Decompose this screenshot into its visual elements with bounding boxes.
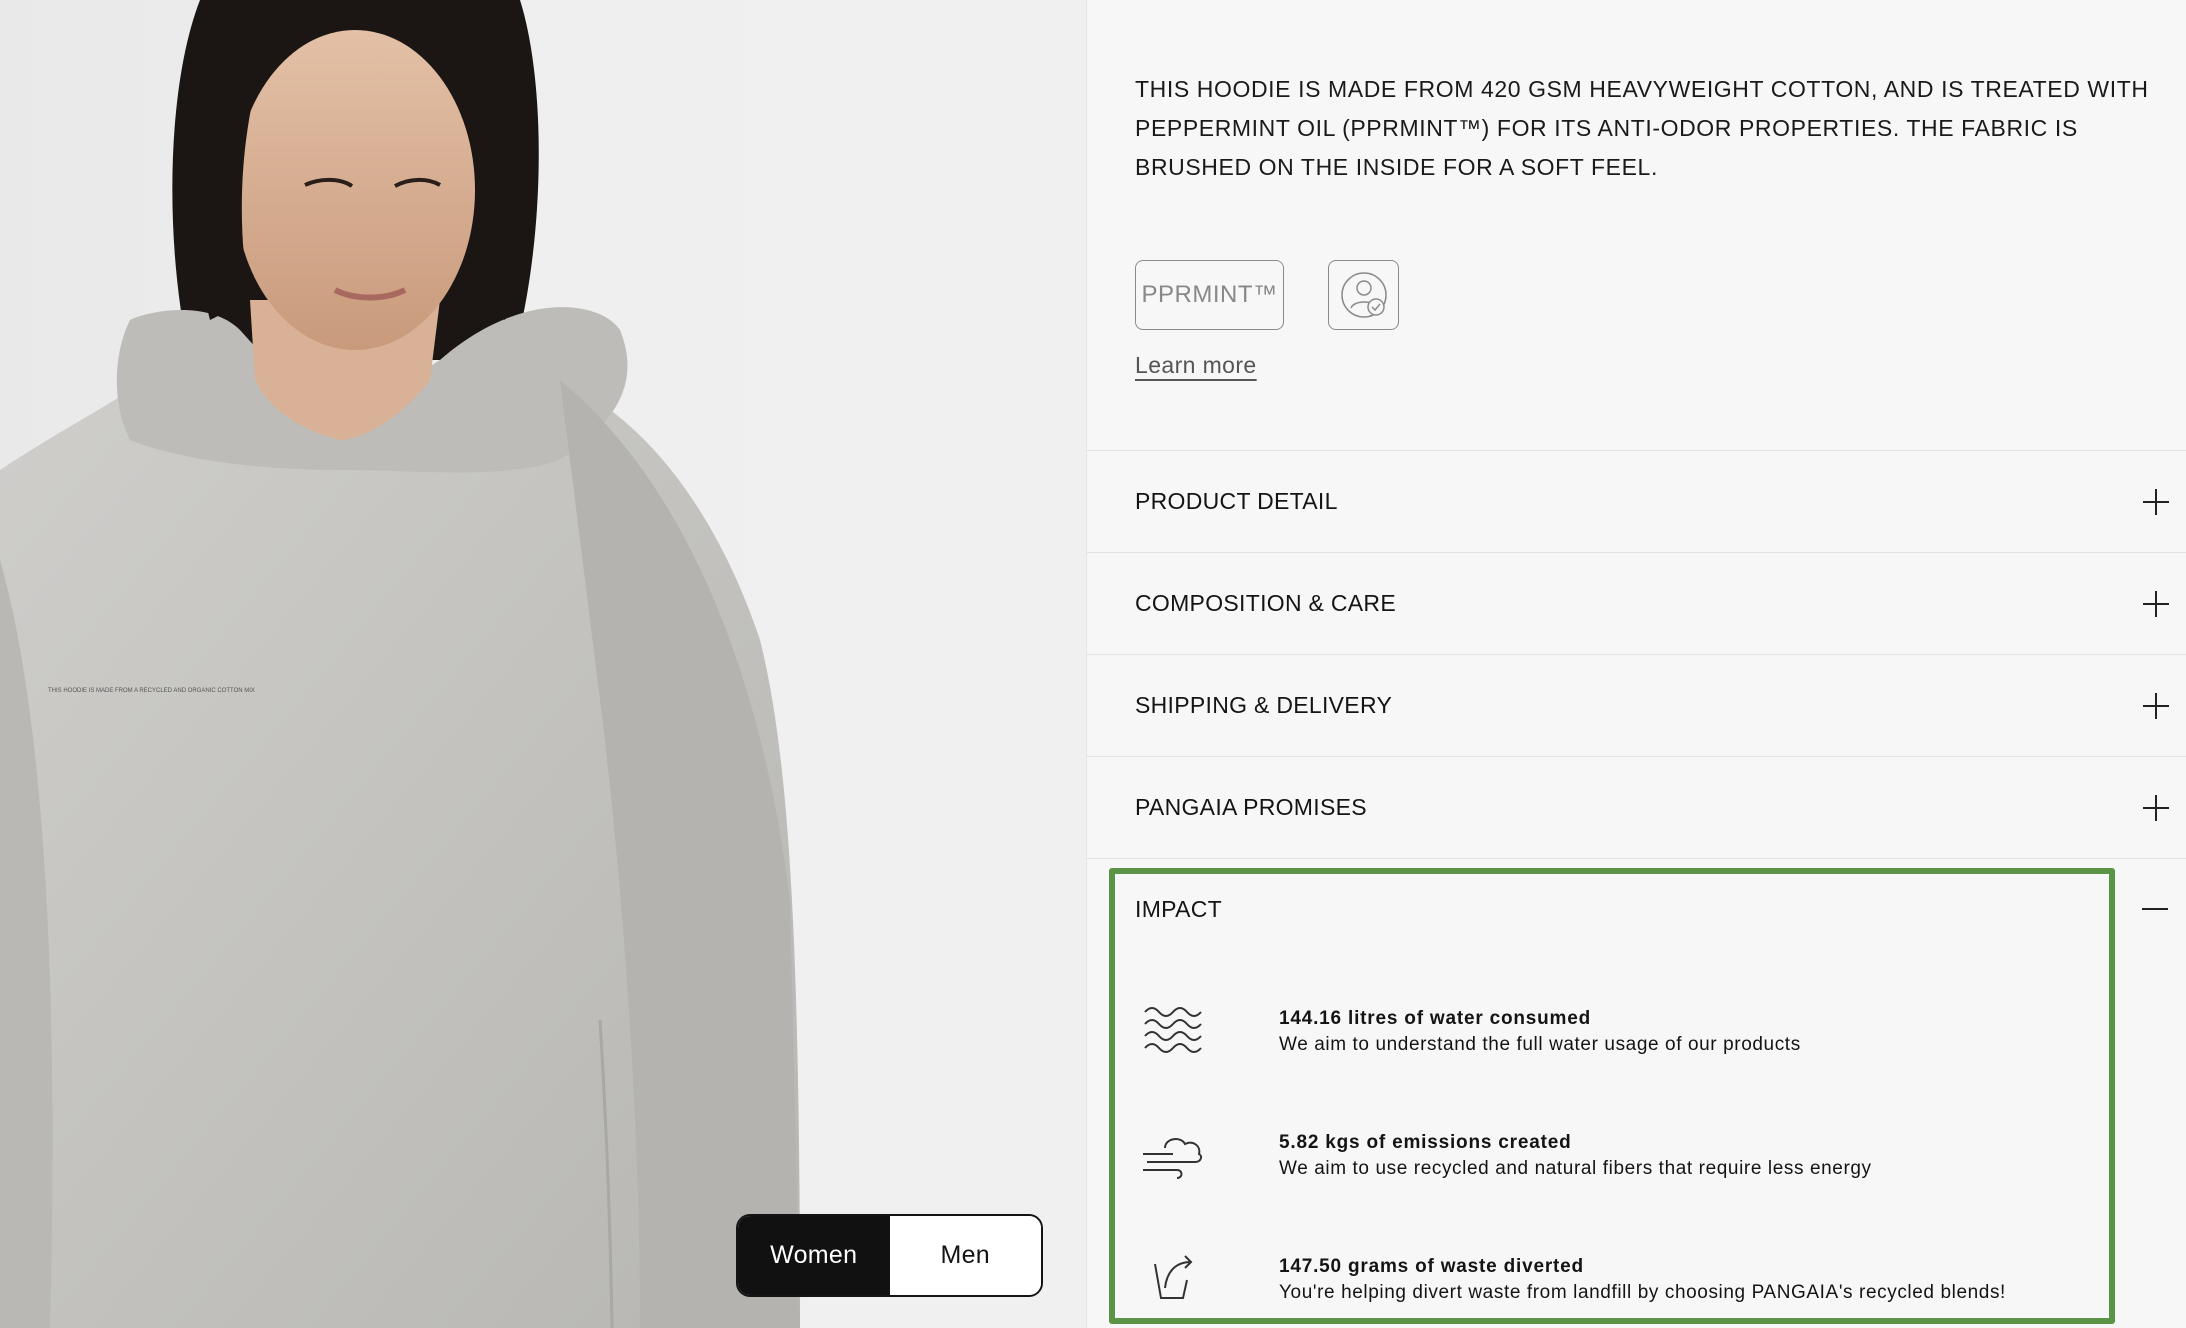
- gender-option-women[interactable]: Women: [738, 1216, 890, 1295]
- impact-item-text: We aim to use recycled and natural fiber…: [1279, 1158, 1872, 1179]
- feature-badges: PPRMINT™: [1135, 260, 1399, 330]
- product-description: This hoodie is made from 420 GSM heavywe…: [1135, 76, 2149, 180]
- pprmint-badge[interactable]: PPRMINT™: [1135, 260, 1284, 330]
- impact-item-water: 144.16 litres of water consumed We aim t…: [1143, 1004, 2123, 1074]
- plus-icon[interactable]: [2143, 488, 2169, 515]
- plus-icon[interactable]: [2143, 590, 2169, 617]
- waste-divert-icon: [1154, 1255, 1193, 1299]
- accordion-product-detail[interactable]: PRODUCT DETAIL: [1087, 450, 2186, 552]
- minus-icon[interactable]: [2142, 896, 2168, 922]
- impact-item-title: 144.16 litres of water consumed: [1279, 1008, 1592, 1029]
- impact-item-text: We aim to understand the full water usag…: [1279, 1034, 1801, 1055]
- plus-icon[interactable]: [2143, 794, 2169, 821]
- product-info-panel: This hoodie is made from 420 GSM heavywe…: [1086, 0, 2186, 1328]
- accordion-pangaia-promises[interactable]: PANGAIA PROMISES: [1087, 756, 2186, 858]
- accordion-label: PRODUCT DETAIL: [1135, 488, 1338, 514]
- gender-toggle[interactable]: Women Men: [736, 1214, 1043, 1297]
- person-check-icon: [1340, 272, 1387, 318]
- impact-item-emissions: 5.82 kgs of emissions created We aim to …: [1143, 1128, 2123, 1198]
- accordion-composition-care[interactable]: COMPOSITION & CARE: [1087, 552, 2186, 654]
- impact-item-title: 5.82 kgs of emissions created: [1279, 1132, 1572, 1153]
- product-photo: THIS HOODIE IS MADE FROM A RECYCLED AND …: [0, 0, 1086, 1328]
- person-check-badge[interactable]: [1328, 260, 1399, 330]
- model-illustration: THIS HOODIE IS MADE FROM A RECYCLED AND …: [0, 0, 800, 1328]
- gender-option-men[interactable]: Men: [889, 1216, 1041, 1295]
- impact-item-waste: 147.50 grams of waste diverted You're he…: [1143, 1252, 2123, 1322]
- accordion-label: COMPOSITION & CARE: [1135, 590, 1396, 616]
- learn-more-link[interactable]: Learn more: [1135, 352, 1257, 379]
- chest-print-text: THIS HOODIE IS MADE FROM A RECYCLED AND …: [48, 688, 255, 694]
- accordion-label: PANGAIA PROMISES: [1135, 794, 1367, 820]
- wind-cloud-icon: [1143, 1138, 1203, 1179]
- impact-item-text: You're helping divert waste from landfil…: [1279, 1282, 2006, 1303]
- accordion-shipping-delivery[interactable]: SHIPPING & DELIVERY: [1087, 654, 2186, 756]
- impact-item-title: 147.50 grams of waste diverted: [1279, 1256, 1584, 1277]
- accordion-impact-title[interactable]: IMPACT: [1135, 896, 1222, 923]
- water-waves-icon: [1144, 1007, 1202, 1053]
- accordion-label: SHIPPING & DELIVERY: [1135, 692, 1393, 718]
- plus-icon[interactable]: [2143, 692, 2169, 719]
